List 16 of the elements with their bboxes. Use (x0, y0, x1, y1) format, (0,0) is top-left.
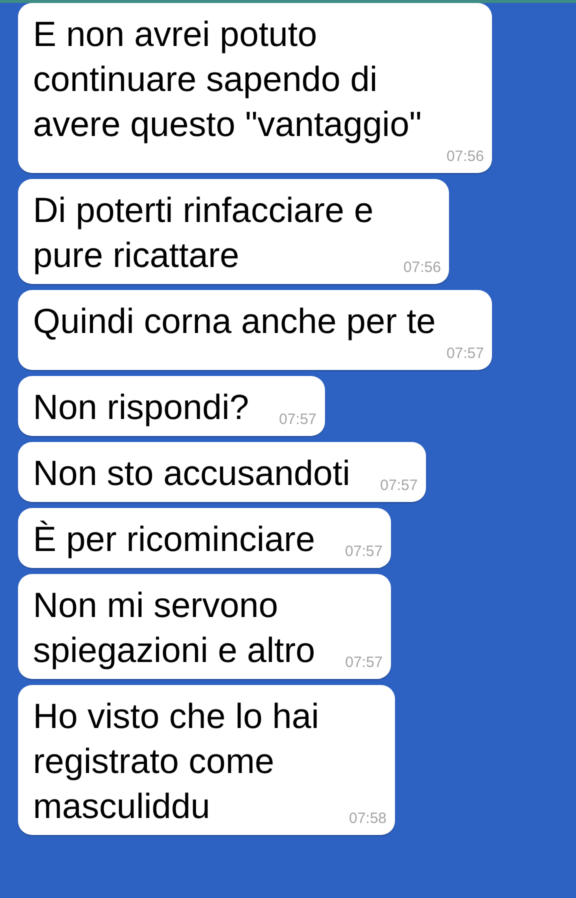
message-time: 07:56 (402, 258, 441, 278)
message-text: Quindi corna anche per te (33, 301, 436, 343)
message-text: Non sto accusandoti (33, 453, 350, 495)
message-time: 07:57 (379, 476, 418, 496)
message-time: 07:57 (278, 410, 317, 430)
message-text: Non rispondi? (33, 387, 249, 429)
message-text: Ho visto che lo hai registrato come masculiddu (33, 696, 319, 828)
message-text: E non avrei potuto continuare sapendo di avere questo "vantaggio" (33, 14, 422, 146)
message-text: Non mi servono spiegazioni e altro (33, 585, 316, 672)
message-time: 07:58 (348, 809, 387, 829)
message-time: 07:56 (445, 147, 484, 167)
message-time: 07:57 (344, 542, 383, 562)
message-text: È per ricominciare (33, 519, 316, 561)
message-text: Di poterti rinfacciare e pure ricattare (33, 190, 374, 277)
message-time: 07:57 (445, 344, 484, 364)
message-time: 07:57 (344, 653, 383, 673)
